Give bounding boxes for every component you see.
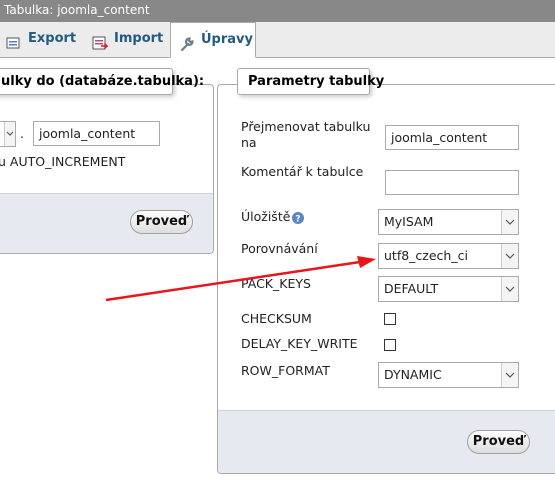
arrow-shaft <box>105 260 361 302</box>
annotation-arrow <box>105 256 376 302</box>
arrow-head <box>357 256 376 268</box>
